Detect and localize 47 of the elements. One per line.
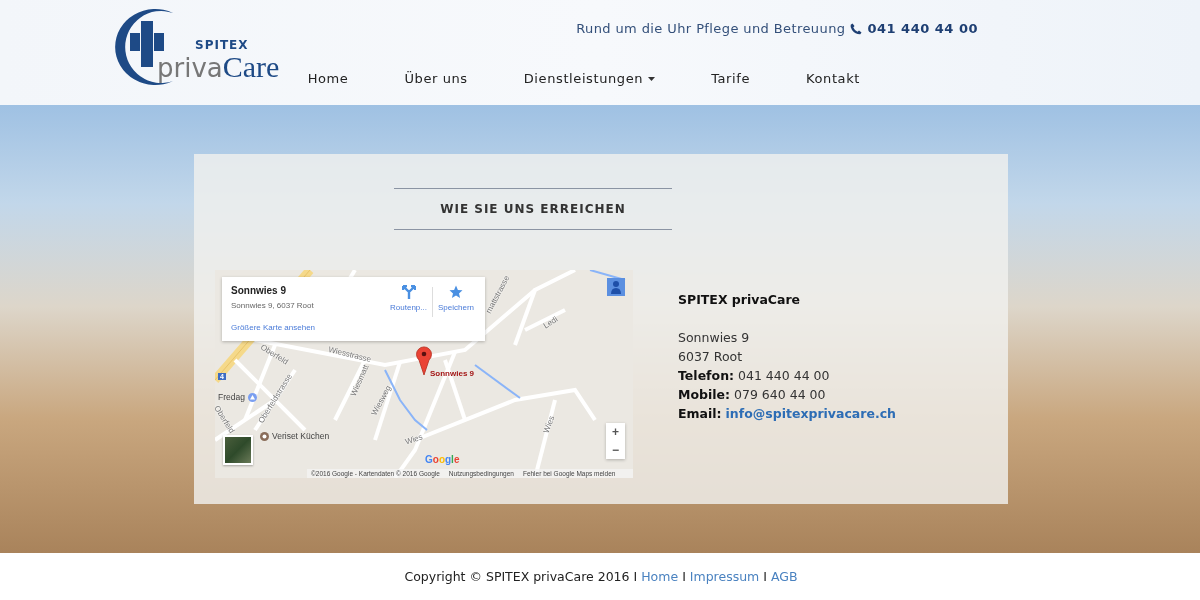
address-line: 6037 Root [678,348,744,366]
place-label: Fredag [218,392,245,402]
place-title: Sonnwies 9 [231,285,287,296]
footer-link[interactable]: Home [641,569,679,584]
phone-number: 041 440 44 00 [867,21,978,36]
pin-label: Sonnwies 9 [430,369,474,378]
separator: I [682,569,686,584]
contact-label: Email: [678,406,722,421]
nav-link[interactable]: Home [307,71,349,86]
phone-icon [850,22,863,35]
contact-label: Mobile: [678,387,731,402]
contact-value: 079 640 44 00 [734,387,826,402]
street-label: Wies [541,414,557,435]
separator: I [763,569,767,584]
zoom-in-button[interactable]: + [606,423,625,441]
larger-map-link[interactable]: Größere Karte ansehen [231,323,386,332]
tagline: Rund um die Uhr Pflege und Betreuung [576,21,846,36]
save-button[interactable]: Speichern [432,283,479,314]
logo-subtitle: SPITEX [195,39,250,52]
zoom-out-button[interactable]: − [606,441,625,459]
email-link[interactable]: info@spitexprivacare.ch [725,406,896,421]
directions-button[interactable]: Routenp... [385,283,432,314]
map-brand-logo: Google [425,454,460,465]
nav-link[interactable]: Kontakt [806,71,860,86]
street-label: Wies [404,432,424,447]
map-pin-icon [416,346,432,376]
place-marker-icon [260,431,269,441]
contact-label: Telefon: [678,368,735,383]
footer-link[interactable]: AGB [771,569,798,584]
star-icon [449,285,463,299]
satellite-thumbnail[interactable] [223,435,253,465]
nav-link[interactable]: Tarife [711,71,751,86]
copyright-text: Copyright © SPITEX privaCare 2016 [404,569,630,584]
nav-link[interactable]: Dienstleistungen [523,71,656,86]
street-label: Ledi [541,314,560,331]
address-line: Sonnwies 9 [678,329,751,347]
fork-arrow-icon [401,285,416,299]
nav-link[interactable]: Über uns [404,71,468,86]
footer-link[interactable]: Impressum [689,569,760,584]
section-title: WIE SIE UNS ERREICHEN [394,188,672,230]
place-marker-icon [247,392,257,402]
logo-wordmark: privaCare [157,52,280,83]
place-label: Veriset Küchen [272,431,330,441]
separator: I [633,569,638,584]
contact-value: 041 440 44 00 [738,368,830,383]
place-address: Sonnwies 9, 6037 Root [231,301,315,310]
company-name: SPITEX privaCare [678,291,802,309]
